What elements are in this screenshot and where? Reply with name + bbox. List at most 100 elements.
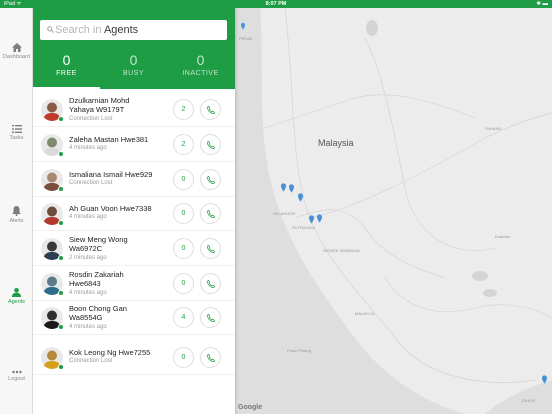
agents-panel: Search in Agents 0 FREE 0 BUSY 0 INACTIV…	[33, 8, 235, 414]
tab-free[interactable]: 0 FREE	[33, 52, 100, 77]
map-country-label: Malaysia	[318, 138, 354, 148]
call-button[interactable]	[200, 347, 221, 368]
online-status-dot	[58, 255, 64, 261]
call-button[interactable]	[200, 134, 221, 155]
list-icon	[11, 125, 22, 133]
tab-free-label: FREE	[56, 70, 77, 77]
map-view[interactable]: Malaysia SELANGOR PUTRAJAYA NEGERI SEMBI…	[235, 8, 552, 414]
tab-inactive-label: INACTIVE	[182, 70, 219, 77]
nav-logout-label: Logout	[8, 376, 25, 382]
bell-icon	[12, 206, 21, 216]
agent-last-seen: 4 minutes ago	[69, 145, 107, 151]
home-icon	[11, 43, 22, 52]
agent-row[interactable]: Rosdin Zakariah Hwe6843 4 minutes ago 0	[33, 267, 235, 301]
agent-last-seen: 4 minutes ago	[69, 290, 107, 296]
online-status-dot	[58, 290, 64, 296]
online-status-dot	[58, 151, 64, 157]
map-label-kuantan: Kuantan	[495, 234, 510, 239]
agent-list: Dzulkarnian Mohd Yahaya W9179T Connection…	[33, 89, 235, 414]
agent-row[interactable]: Ismaliana Ismail Hwe929 Connection Lost 0	[33, 163, 235, 197]
more-icon	[11, 370, 22, 374]
tab-busy-label: BUSY	[122, 70, 145, 77]
map-label-putrajaya: PUTRAJAYA	[292, 225, 315, 230]
agent-name: Kok Leong Ng Hwe7255	[69, 348, 151, 357]
agent-last-seen: 2 minutes ago	[69, 255, 107, 261]
tab-inactive[interactable]: 0 INACTIVE	[167, 52, 234, 77]
agent-row[interactable]: Ah Guan Voon Hwe7338 4 minutes ago 0	[33, 197, 235, 231]
nav-tasks[interactable]: Tasks	[0, 125, 33, 141]
person-icon	[12, 288, 21, 297]
phone-icon	[207, 106, 215, 114]
task-count-button[interactable]: 0	[173, 347, 194, 368]
tab-free-count: 0	[62, 52, 71, 68]
agent-row[interactable]: Kok Leong Ng Hwe7255 Connection Lost 0	[33, 341, 235, 375]
agent-last-seen: 4 minutes ago	[69, 214, 107, 220]
search-scope: Agents	[103, 24, 139, 36]
online-status-dot	[58, 116, 64, 122]
nav-tasks-label: Tasks	[9, 135, 24, 141]
map-label-johor: JOHOR	[521, 398, 535, 403]
online-status-dot	[58, 186, 64, 192]
google-attribution: Google	[238, 404, 263, 411]
agent-row[interactable]: Boon Chong Gan Wa8554G 4 minutes ago 4	[33, 301, 235, 335]
call-button[interactable]	[200, 238, 221, 259]
call-button[interactable]	[200, 273, 221, 294]
agent-row[interactable]: Dzulkarnian Mohd Yahaya W9179T Connection…	[33, 93, 235, 127]
nav-dashboard-label: Dashboard	[3, 54, 30, 60]
phone-icon	[207, 141, 215, 149]
tab-busy-count: 0	[129, 52, 138, 68]
map-label-perak: PERAK	[239, 36, 253, 41]
map-label-negeri-sembilan: NEGERI SEMBILAN	[323, 248, 360, 253]
search-icon	[47, 26, 54, 33]
clock: 8:07 PM	[265, 1, 287, 7]
nav-dashboard[interactable]: Dashboard	[0, 43, 33, 60]
phone-icon	[207, 354, 215, 362]
map-label-malacca: MALACCA	[355, 311, 375, 316]
task-count-button[interactable]: 0	[173, 169, 194, 190]
phone-icon	[207, 245, 215, 253]
nav-agents[interactable]: Agents	[0, 288, 33, 305]
task-count-button[interactable]: 0	[173, 203, 194, 224]
agent-name: Boon Chong Gan Wa8554G	[69, 304, 127, 322]
nav-agents-label: Agents	[7, 299, 26, 305]
agent-name: Ah Guan Voon Hwe7338	[69, 204, 152, 213]
task-count-button[interactable]: 4	[173, 307, 194, 328]
agent-name: Rosdin Zakariah Hwe6843	[69, 270, 124, 288]
phone-icon	[207, 280, 215, 288]
agent-last-seen: Connection Lost	[69, 180, 113, 186]
agent-last-seen: 4 minutes ago	[69, 324, 107, 330]
phone-icon	[207, 314, 215, 322]
task-count-button[interactable]: 0	[173, 273, 194, 294]
search-input[interactable]: Search in Agents	[40, 20, 227, 40]
call-button[interactable]	[200, 169, 221, 190]
nav-logout[interactable]: Logout	[0, 370, 33, 382]
search-placeholder: Search in Agents	[55, 24, 139, 36]
agent-name: Zaleha Mastan Hwe381	[69, 135, 149, 144]
status-bar: iPad ᯤ 8:07 PM ✱ ▬	[0, 0, 552, 8]
agent-row[interactable]: Zaleha Mastan Hwe381 4 minutes ago 2	[33, 128, 235, 162]
task-count-button[interactable]: 2	[173, 99, 194, 120]
agent-name: Ismaliana Ismail Hwe929	[69, 170, 153, 179]
agent-row[interactable]: Siew Meng Wong Wa6972C 2 minutes ago 0	[33, 232, 235, 266]
agent-name: Siew Meng Wong Wa6972C	[69, 235, 128, 253]
agent-last-seen: Connection Lost	[69, 116, 113, 122]
map-label-selangor: SELANGOR	[273, 211, 296, 216]
online-status-dot	[58, 220, 64, 226]
nav-alerts[interactable]: Alerts	[0, 206, 33, 224]
call-button[interactable]	[200, 203, 221, 224]
call-button[interactable]	[200, 307, 221, 328]
task-count-button[interactable]: 0	[173, 238, 194, 259]
side-nav: Dashboard Tasks Alerts Agents Logout	[0, 8, 33, 414]
tab-busy[interactable]: 0 BUSY	[100, 52, 167, 77]
call-button[interactable]	[200, 99, 221, 120]
nav-alerts-label: Alerts	[9, 218, 24, 224]
app-root: iPad ᯤ 8:07 PM ✱ ▬ Dashboard Tasks Alert…	[0, 0, 552, 414]
online-status-dot	[58, 364, 64, 370]
agent-name: Dzulkarnian Mohd Yahaya W9179T	[69, 96, 130, 114]
task-count-button[interactable]: 2	[173, 134, 194, 155]
agent-last-seen: Connection Lost	[69, 358, 113, 364]
map-label-pulau-pinang: Pulau Pinang	[287, 348, 311, 353]
battery-indicator: ✱ ▬	[536, 1, 548, 7]
map-label-pahang: PAHANG	[485, 126, 502, 131]
tab-inactive-count: 0	[196, 52, 205, 68]
